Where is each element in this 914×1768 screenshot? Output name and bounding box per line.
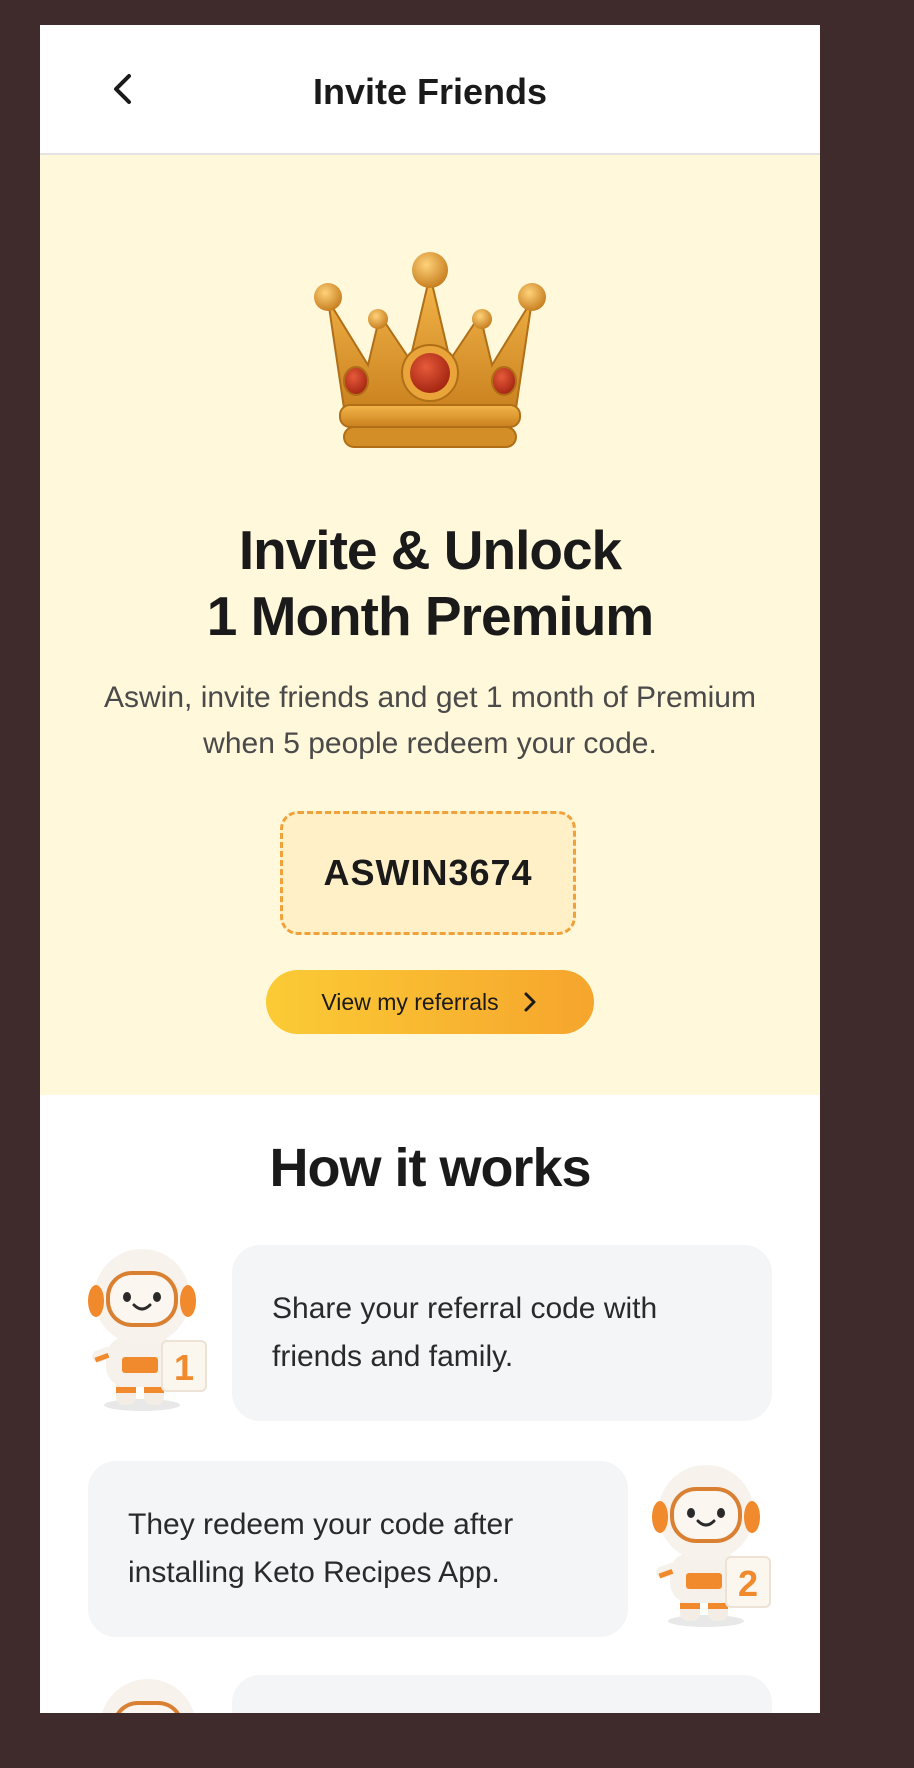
back-button[interactable] <box>104 69 144 109</box>
hero-section: Invite & Unlock 1 Month Premium Aswin, i… <box>40 155 820 1095</box>
step-card-2: They redeem your code after installing K… <box>88 1461 628 1637</box>
hero-subtitle: Aswin, invite friends and get 1 month of… <box>104 681 756 760</box>
step-card-3 <box>232 1675 772 1713</box>
crown-icon <box>314 252 546 448</box>
phone-screen: Invite Friends Invite & Unlock 1 Month P… <box>40 25 820 1713</box>
top-bar: Invite Friends <box>40 25 820 155</box>
hero-title-line-2: 1 Month Premium <box>206 585 654 647</box>
astronaut-mascot-icon: 1 <box>88 1249 207 1411</box>
astronaut-mascot-icon <box>102 1679 194 1713</box>
chevron-left-icon <box>114 74 131 104</box>
step-card-1: Share your referral code with friends an… <box>232 1245 772 1421</box>
view-referrals-button[interactable]: View my referrals <box>266 970 594 1034</box>
page-title: Invite Friends <box>312 71 548 112</box>
step-2-number: 2 <box>738 1563 758 1604</box>
chevron-right-icon <box>524 992 536 1012</box>
view-referrals-label: View my referrals <box>321 988 499 1015</box>
step-1-text: Share your referral code with friends an… <box>272 1292 658 1373</box>
referral-code-box[interactable]: ASWIN3674 <box>280 811 576 935</box>
step-2-text: They redeem your code after installing K… <box>128 1508 514 1589</box>
hero-title: Invite & Unlock 1 Month Premium <box>40 517 820 649</box>
how-it-works-section: How it works 1 Share your referral code … <box>40 1095 820 1713</box>
hero-title-line-1: Invite & Unlock <box>238 519 622 581</box>
how-it-works-title: How it works <box>269 1138 591 1198</box>
step-1-number: 1 <box>174 1347 194 1388</box>
astronaut-mascot-icon: 2 <box>652 1465 771 1627</box>
